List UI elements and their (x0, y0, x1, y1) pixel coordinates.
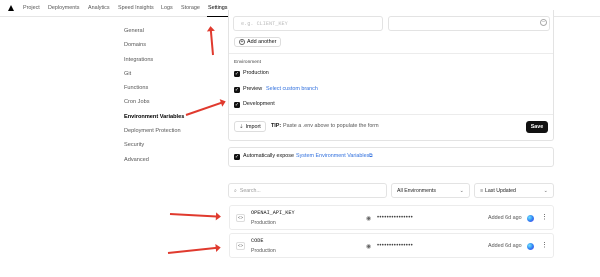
production-label: Production (243, 70, 269, 76)
nav-analytics[interactable]: Analytics (87, 0, 111, 17)
import-button[interactable]: ⇣ Import (234, 121, 266, 132)
table-row[interactable]: <> CODE Production ◉ ••••••••••••••• Add… (229, 233, 554, 258)
remove-icon[interactable]: – (540, 19, 547, 26)
eye-icon[interactable]: ◉ (366, 243, 371, 250)
search-placeholder: Search... (239, 188, 261, 194)
sidebar-item-security[interactable]: Security (124, 141, 144, 149)
more-icon[interactable]: ⋮ (541, 241, 548, 249)
nav-settings[interactable]: Settings (207, 0, 229, 17)
chevron-down-icon: ⌄ (543, 188, 548, 194)
development-checkbox[interactable]: ✓ (234, 102, 240, 108)
import-label: Import (245, 124, 261, 130)
sort-select-value: Last Updated (485, 188, 516, 194)
variable-name: CODE (251, 238, 264, 244)
sidebar-item-integrations[interactable]: Integrations (124, 56, 153, 64)
search-input[interactable]: ⌕ Search... (228, 183, 387, 198)
external-link-icon[interactable]: ⧉ (369, 153, 373, 160)
divider (229, 53, 553, 54)
sidebar-item-domains[interactable]: Domains (124, 41, 146, 49)
avatar (527, 215, 534, 222)
nav-deployments[interactable]: Deployments (47, 0, 80, 17)
value-input[interactable] (388, 16, 550, 31)
vercel-logo-icon[interactable] (8, 5, 14, 11)
system-env-vars-link[interactable]: System Environment Variables (296, 153, 369, 160)
sidebar-item-git[interactable]: Git (124, 70, 131, 78)
sort-select[interactable]: ≡ Last Updated ⌄ (474, 183, 554, 198)
nav-storage[interactable]: Storage (180, 0, 201, 17)
more-icon[interactable]: ⋮ (541, 213, 548, 221)
development-label: Development (243, 101, 275, 107)
environment-heading: Environment (234, 60, 261, 65)
add-another-label: Add another (247, 39, 277, 45)
sidebar-item-general[interactable]: General (124, 27, 144, 35)
sidebar-item-environment-variables[interactable]: Environment Variables (124, 113, 184, 121)
masked-value: ••••••••••••••• (377, 243, 414, 249)
tip-text: Paste a .env above to populate the form (283, 123, 379, 129)
environment-select[interactable]: All Environments ⌄ (391, 183, 470, 198)
eye-icon[interactable]: ◉ (366, 215, 371, 222)
auto-expose-text: Automatically expose (243, 153, 294, 159)
save-button[interactable]: Save (526, 121, 548, 133)
annotation-arrow (185, 101, 225, 116)
plus-icon: + (239, 39, 245, 45)
chevron-down-icon: ⌄ (459, 188, 464, 194)
environment-select-value: All Environments (397, 188, 436, 194)
nav-project[interactable]: Project (22, 0, 41, 17)
code-icon: <> (236, 214, 245, 222)
avatar (527, 243, 534, 250)
annotation-arrow (169, 213, 219, 218)
sidebar-item-advanced[interactable]: Advanced (124, 156, 149, 164)
select-custom-branch-link[interactable]: Select custom branch (266, 86, 318, 93)
sort-icon: ≡ (480, 188, 484, 194)
upload-icon: ⇣ (239, 124, 244, 130)
sidebar-item-cron-jobs[interactable]: Cron Jobs (124, 98, 150, 106)
annotation-arrow (167, 246, 219, 254)
variable-environment: Production (251, 220, 276, 226)
code-icon: <> (236, 242, 245, 250)
sidebar-item-deployment-protection[interactable]: Deployment Protection (124, 127, 181, 135)
auto-expose-checkbox[interactable]: ✓ (234, 154, 240, 160)
preview-label: Preview (243, 86, 263, 92)
key-input[interactable]: e.g. CLIENT_KEY (233, 16, 383, 31)
nav-speed-insights[interactable]: Speed Insights (117, 0, 155, 17)
sidebar-item-functions[interactable]: Functions (124, 84, 148, 92)
production-checkbox[interactable]: ✓ (234, 71, 240, 77)
nav-logs[interactable]: Logs (160, 0, 174, 17)
search-icon: ⌕ (234, 188, 237, 194)
table-row[interactable]: <> OPENAI_API_KEY Production ◉ •••••••••… (229, 205, 554, 230)
add-another-button[interactable]: + Add another (234, 37, 282, 47)
added-time: Added 6d ago (488, 243, 522, 249)
preview-checkbox[interactable]: ✓ (234, 87, 240, 93)
added-time: Added 6d ago (488, 215, 522, 221)
tip-label: TIP: (271, 123, 282, 129)
variable-environment: Production (251, 248, 276, 254)
annotation-arrow (209, 28, 214, 56)
variable-name: OPENAI_API_KEY (251, 210, 295, 216)
divider (229, 114, 553, 115)
masked-value: ••••••••••••••• (377, 215, 414, 221)
